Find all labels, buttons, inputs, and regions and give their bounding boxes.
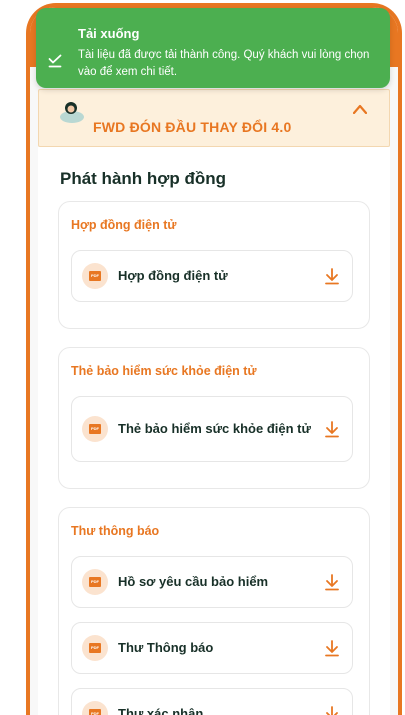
pdf-file-icon: PDF [82, 701, 108, 715]
download-icon[interactable] [324, 639, 340, 657]
document-label: Thư xác nhận [118, 706, 204, 715]
document-row[interactable]: PDF Hợp đồng điện tử [71, 250, 353, 302]
card-electronic-contract: Hợp đồng điện tử PDF Hợp đồng điện tử [58, 201, 370, 329]
document-label: Hợp đồng điện tử [118, 268, 228, 283]
pdf-file-icon: PDF [82, 263, 108, 289]
download-toast[interactable]: Tải xuống Tài liệu đã được tải thành côn… [36, 8, 390, 88]
download-icon[interactable] [324, 420, 340, 438]
card-title: Hợp đồng điện tử [71, 218, 177, 232]
download-icon[interactable] [324, 267, 340, 285]
banner-title: FWD ĐÓN ĐẦU THAY ĐỔI 4.0 [93, 119, 292, 135]
pdf-file-icon: PDF [82, 416, 108, 442]
chevron-up-icon[interactable] [353, 104, 367, 114]
campaign-banner[interactable]: FWD ĐÓN ĐẦU THAY ĐỔI 4.0 [38, 89, 390, 147]
contract-release-panel: Phát hành hợp đồng Hợp đồng điện tử PDF … [38, 147, 390, 715]
section-title: Phát hành hợp đồng [60, 169, 227, 188]
toast-title: Tải xuống [78, 26, 140, 41]
pdf-file-icon: PDF [82, 635, 108, 661]
check-icon [48, 54, 62, 68]
download-icon[interactable] [324, 573, 340, 591]
document-row[interactable]: PDF Hồ sơ yêu cầu bảo hiểm [71, 556, 353, 608]
document-label: Thư Thông báo [118, 640, 214, 655]
card-notification-letters: Thư thông báo PDF Hồ sơ yêu cầu bảo hiểm… [58, 507, 370, 715]
document-row[interactable]: PDF Thư Thông báo [71, 622, 353, 674]
pdf-file-icon: PDF [82, 569, 108, 595]
card-health-card: Thẻ bảo hiểm sức khỏe điện tử PDF Thẻ bả… [58, 347, 370, 489]
document-label: Thẻ bảo hiểm sức khỏe điện tử [118, 421, 311, 436]
document-row[interactable]: PDF Thư xác nhận [71, 688, 353, 715]
download-icon[interactable] [324, 705, 340, 715]
phone-frame: FWD ĐÓN ĐẦU THAY ĐỔI 4.0 Phát hành hợp đ… [26, 3, 402, 715]
toast-message: Tài liệu đã được tải thành công. Quý khá… [78, 49, 370, 78]
card-title: Thư thông báo [71, 524, 160, 538]
mascot-icon [60, 102, 84, 123]
document-row[interactable]: PDF Thẻ bảo hiểm sức khỏe điện tử [71, 396, 353, 462]
card-title: Thẻ bảo hiểm sức khỏe điện tử [71, 364, 257, 378]
document-label: Hồ sơ yêu cầu bảo hiểm [118, 574, 269, 589]
